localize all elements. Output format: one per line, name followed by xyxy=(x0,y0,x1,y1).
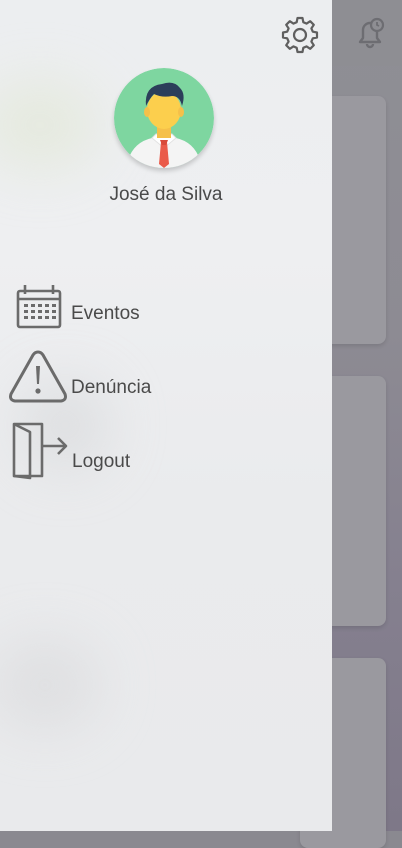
menu-item-label: Eventos xyxy=(71,303,140,324)
gear-icon xyxy=(281,16,319,54)
menu-item-logout[interactable]: Logout xyxy=(8,422,308,480)
menu-item-eventos[interactable]: Eventos xyxy=(8,284,308,342)
navigation-drawer: José da Silva Eventos Denúncia Logout xyxy=(0,0,332,831)
background-blur xyxy=(0,80,100,170)
warning-icon xyxy=(8,350,68,406)
settings-button[interactable] xyxy=(280,14,320,54)
menu-item-denuncia[interactable]: Denúncia xyxy=(8,350,308,408)
user-name: José da Silva xyxy=(109,184,223,205)
menu-item-label: Denúncia xyxy=(71,377,152,398)
notification-bell-icon[interactable] xyxy=(350,14,390,54)
background-blur xyxy=(0,640,100,730)
avatar[interactable] xyxy=(114,68,214,168)
menu-item-label: Logout xyxy=(72,451,131,472)
calendar-icon xyxy=(8,284,68,340)
logout-icon xyxy=(8,422,68,480)
